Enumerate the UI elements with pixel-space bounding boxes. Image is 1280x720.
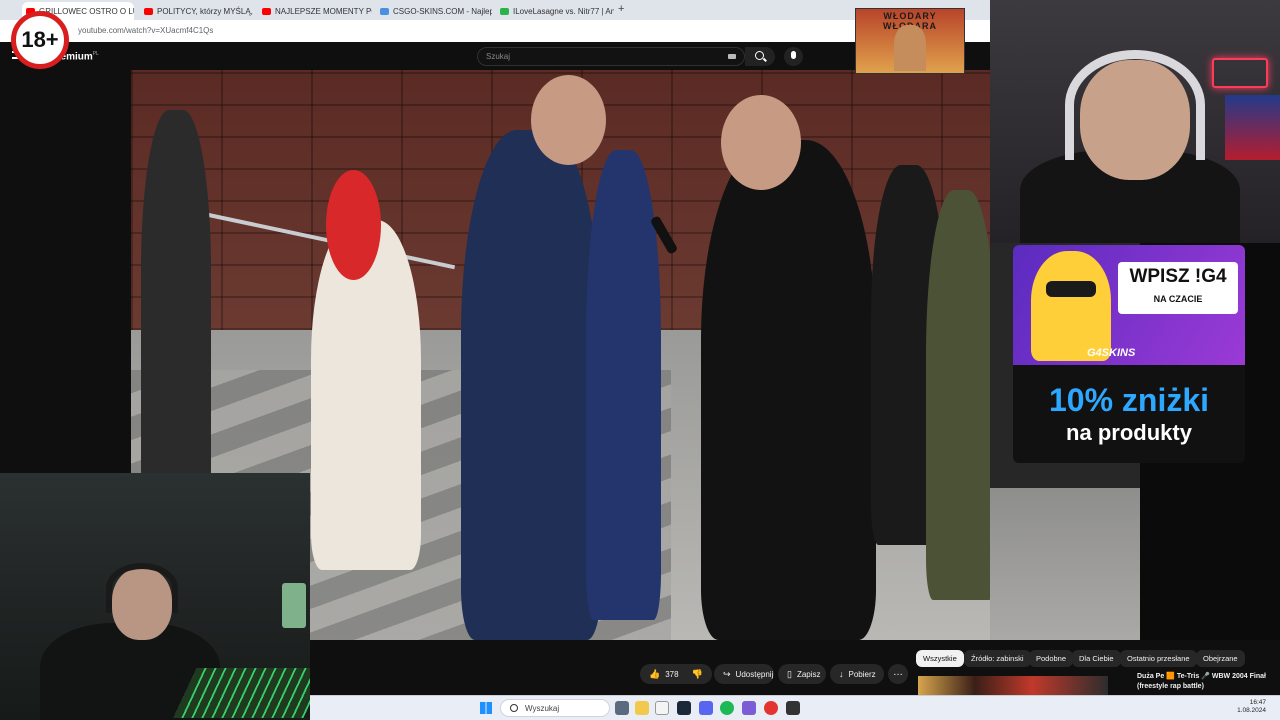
save-label: Zapisz — [796, 669, 821, 679]
headset — [1065, 50, 1205, 160]
windows-start-icon[interactable] — [480, 702, 492, 714]
obs-icon[interactable] — [764, 701, 778, 715]
video-person-head — [531, 75, 606, 165]
tab-title: NAJLEPSZE MOMENTY POLSK — [275, 6, 372, 16]
steam-icon[interactable] — [677, 701, 691, 715]
promo-subtitle: NA CZACIE — [1153, 294, 1203, 304]
video-ground — [990, 488, 1140, 640]
video-person-head — [721, 95, 801, 190]
neon-sign — [1212, 58, 1268, 88]
spotify-icon[interactable] — [720, 701, 734, 715]
tab-title: ILoveLasagne vs. Nitr77 | Ans — [513, 6, 614, 16]
globe-icon — [380, 7, 389, 15]
share-label: Udostępnij — [735, 669, 774, 679]
taskbar-search-label: Wyszukaj — [525, 704, 560, 713]
download-icon: ↓ — [839, 669, 844, 679]
task-view-icon[interactable] — [615, 701, 629, 715]
promo-title: WPISZ !G4 — [1129, 266, 1227, 287]
video-person — [926, 190, 990, 600]
recommended-thumbnail[interactable] — [918, 676, 1108, 696]
keyboard-icon[interactable] — [728, 54, 736, 59]
poster-figure — [894, 25, 926, 71]
promo-graphic: WPISZ !G4 NA CZACIE G4SKINS — [1013, 245, 1245, 365]
chip-recent[interactable]: Ostatnio przesłane — [1120, 650, 1197, 667]
promo-callout: WPISZ !G4 NA CZACIE — [1118, 262, 1238, 314]
promo-character — [1031, 251, 1111, 361]
windows-taskbar: Wyszukaj 16:47 1.08.2024 — [310, 695, 1280, 720]
thumbs-up-icon[interactable]: 👍 — [649, 669, 660, 680]
new-tab-button[interactable]: + — [618, 3, 624, 15]
chip-for-you[interactable]: Dla Ciebie — [1072, 650, 1121, 667]
thumbs-down-icon[interactable]: 👎 — [692, 669, 703, 680]
app-icon[interactable] — [786, 701, 800, 715]
webcam-room — [0, 473, 310, 720]
liquipedia-icon — [500, 7, 509, 15]
logo-region: PL — [92, 51, 99, 57]
search-box[interactable]: Szukaj — [477, 47, 745, 66]
taskbar-clock[interactable]: 16:47 1.08.2024 — [1237, 699, 1266, 715]
video-person-hair — [326, 170, 381, 280]
youtube-icon — [262, 7, 271, 15]
chip-source[interactable]: Źródło: zabinski — [964, 650, 1031, 667]
headset — [106, 563, 178, 613]
share-icon: ↪ — [723, 668, 731, 679]
url-text[interactable]: youtube.com/watch?v=XUacmf4C1Qs — [78, 26, 213, 35]
video-person — [701, 140, 876, 640]
promo-banner: WPISZ !G4 NA CZACIE G4SKINS 10% zniżki n… — [1013, 245, 1245, 463]
like-dislike-group[interactable]: 👍 378 👎 — [640, 664, 712, 684]
poster: WŁODARY WŁODARA — [855, 8, 965, 74]
chrome-icon[interactable] — [655, 701, 669, 715]
clock-time: 16:47 — [1249, 699, 1266, 706]
bookmark-icon: ▯ — [787, 668, 792, 679]
chip-similar[interactable]: Podobne — [1029, 650, 1074, 667]
microphone-icon — [791, 51, 796, 59]
search-input[interactable]: Szukaj — [486, 52, 510, 61]
recommended-title-line1: Duża Pe 🟧 Te-Tris 🎤 WBW 2004 Finał — [1137, 673, 1266, 680]
search-button[interactable] — [745, 47, 775, 66]
share-button[interactable]: ↪ Udostępnij — [714, 664, 774, 684]
chip-all[interactable]: Wszystkie — [916, 650, 964, 667]
youtube-icon — [144, 7, 153, 15]
address-bar[interactable]: youtube.com/watch?v=XUacmf4C1Qs — [0, 20, 990, 42]
browser-tab[interactable]: ILoveLasagne vs. Nitr77 | Ans × — [496, 2, 614, 20]
recommended-title[interactable]: Duża Pe 🟧 Te-Tris 🎤 WBW 2004 Finał (free… — [1137, 672, 1277, 692]
shelf — [1225, 95, 1280, 160]
page-background — [0, 70, 131, 473]
promo-products: na produkty — [1066, 420, 1192, 445]
tab-title: POLITYCY, którzy MYŚLĄ, NAC — [157, 6, 254, 16]
browser-tab[interactable]: CSGO-SKINS.COM - Najlepsze × — [376, 2, 492, 20]
drink-cup — [282, 583, 306, 628]
voice-search-button[interactable] — [784, 47, 803, 66]
browser-tab[interactable]: NAJLEPSZE MOMENTY POLSK × — [258, 2, 372, 20]
save-button[interactable]: ▯ Zapisz — [778, 664, 826, 684]
more-actions-button[interactable]: … — [888, 664, 908, 684]
like-count: 378 — [665, 669, 679, 679]
discord-icon[interactable] — [699, 701, 713, 715]
chip-watched[interactable]: Obejrzane — [1196, 650, 1245, 667]
search-icon — [510, 704, 518, 712]
webcam-streamer — [990, 0, 1280, 243]
video-person — [141, 110, 211, 510]
video-person — [461, 130, 601, 640]
download-button[interactable]: ↓ Pobierz — [830, 664, 884, 684]
file-explorer-icon[interactable] — [635, 701, 649, 715]
promo-brand: G4SKINS — [1087, 347, 1136, 359]
age-rating-badge: 18+ — [11, 11, 69, 69]
recommended-title-line2: (freestyle rap battle) — [1137, 683, 1204, 690]
app-icon[interactable] — [742, 701, 756, 715]
browser-tab[interactable]: POLITYCY, którzy MYŚLĄ, NAC × — [140, 2, 254, 20]
taskbar-search[interactable]: Wyszukaj — [500, 699, 610, 717]
search-icon — [755, 51, 764, 60]
browser-tab-bar: GRILLOWEC OSTRO O LUC × POLITYCY, którzy… — [0, 0, 990, 20]
promo-discount: 10% zniżki — [1048, 382, 1210, 418]
download-label: Pobierz — [848, 669, 876, 679]
tab-title: CSGO-SKINS.COM - Najlepsze — [393, 6, 492, 16]
rgb-keyboard — [173, 668, 310, 718]
clock-date: 1.08.2024 — [1237, 707, 1266, 714]
